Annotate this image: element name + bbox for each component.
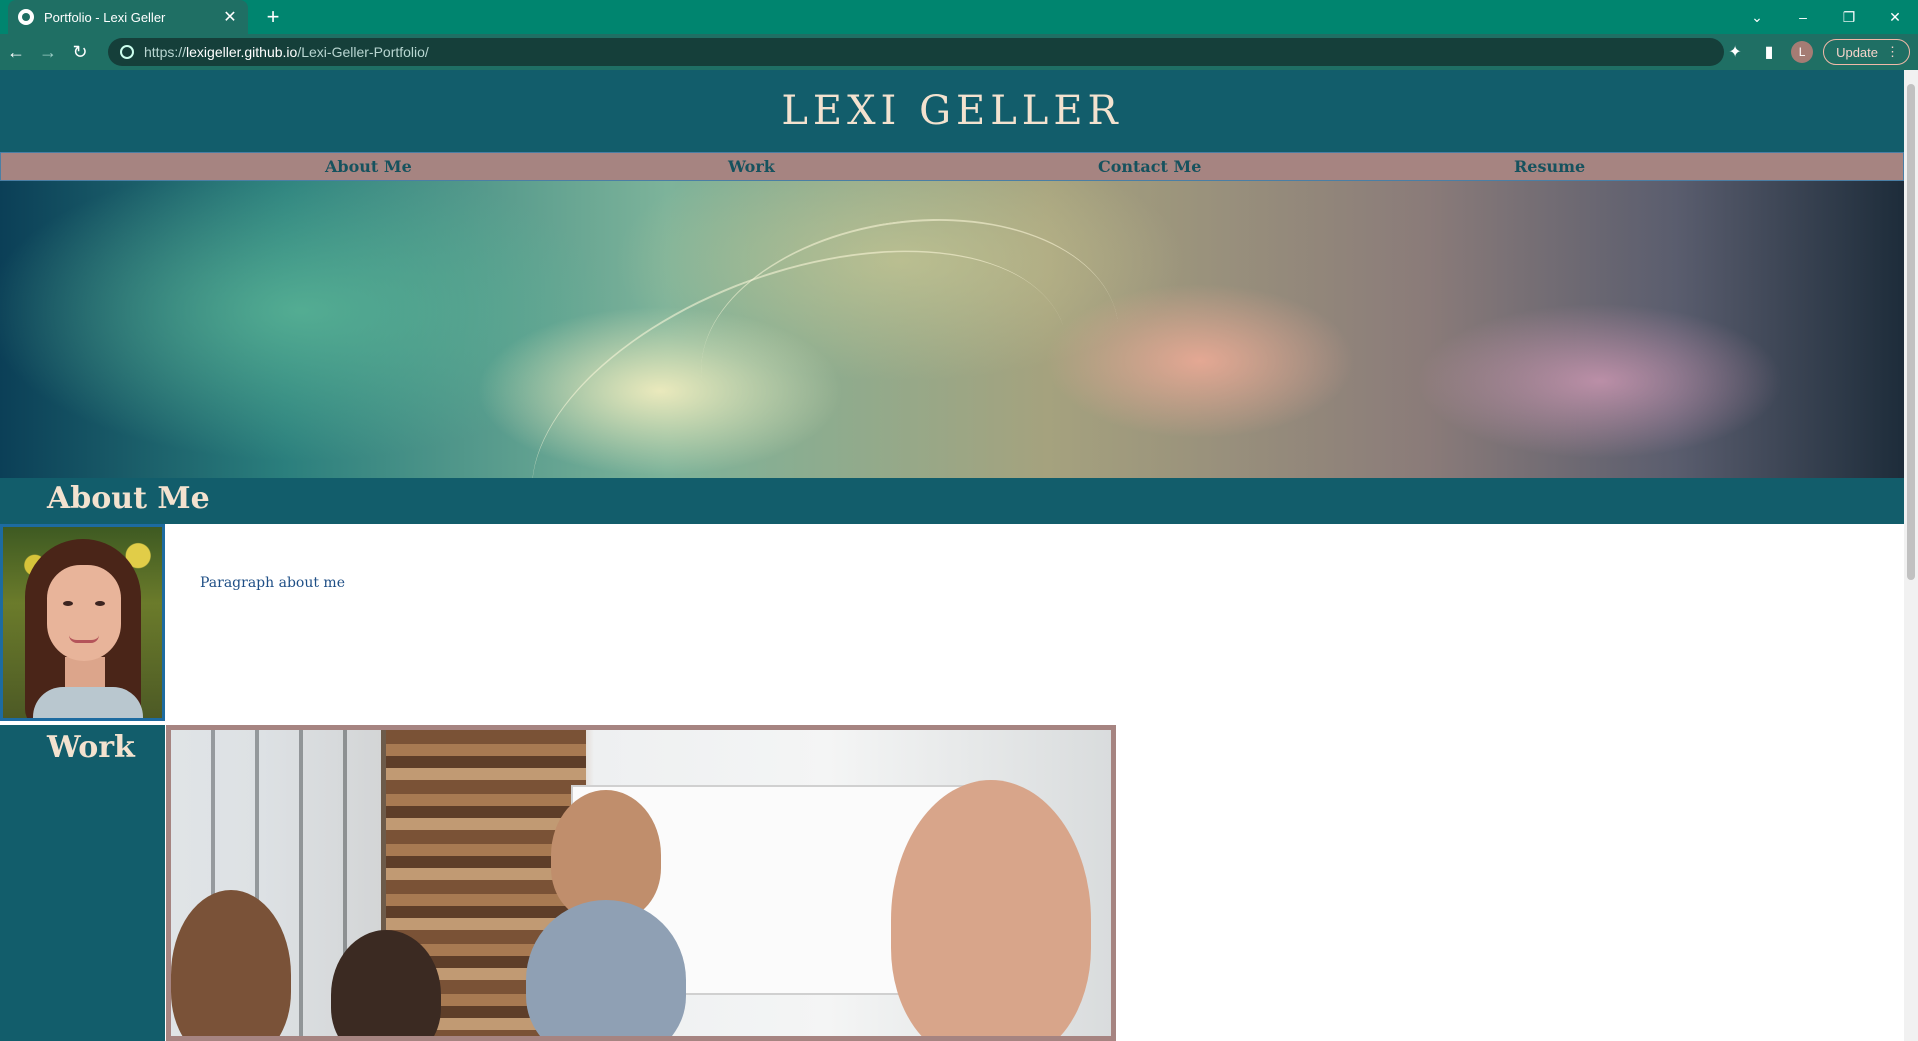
side-panel-icon[interactable]: ▮: [1757, 40, 1781, 64]
tab-close-icon[interactable]: ✕: [222, 7, 238, 27]
nav-link-resume[interactable]: Resume: [1514, 157, 1585, 176]
work-section-header: Work: [0, 725, 165, 1041]
tab-title: Portfolio - Lexi Geller: [44, 9, 166, 25]
url-scheme: https://: [144, 44, 187, 60]
restore-button[interactable]: ❐: [1826, 0, 1872, 34]
photo-person: [891, 780, 1091, 1036]
about-paragraph: Paragraph about me: [200, 575, 345, 591]
browser-toolbar: ← → ↻ https://lexigeller.github.io/Lexi-…: [0, 34, 1918, 70]
about-heading: About Me: [47, 481, 210, 516]
nav-link-contact-me[interactable]: Contact Me: [1098, 157, 1201, 176]
photo-shirt: [33, 687, 143, 718]
tab-search-icon[interactable]: ⌄: [1734, 0, 1780, 34]
update-label: Update: [1836, 44, 1878, 60]
work-heading: Work: [47, 730, 135, 765]
work-team-photo: [166, 725, 1116, 1041]
hero-banner-image: [0, 181, 1904, 658]
url-host: lexigeller.github.io: [186, 44, 298, 60]
about-section-header: About Me: [0, 478, 1904, 524]
nav-link-about-me[interactable]: About Me: [325, 157, 412, 176]
site-info-icon[interactable]: [120, 45, 134, 59]
profile-avatar[interactable]: L: [1791, 41, 1814, 63]
new-tab-button[interactable]: +: [260, 4, 286, 30]
window-controls: ⌄ – ❐ ✕: [1734, 0, 1918, 34]
update-button[interactable]: Update ⋮: [1823, 39, 1910, 65]
photo-eye: [63, 601, 73, 606]
menu-icon: ⋮: [1886, 44, 1899, 59]
site-header: LEXI GELLER: [0, 70, 1904, 152]
page-viewport: LEXI GELLER About Me Work Contact Me Res…: [0, 70, 1904, 1041]
nav-link-work[interactable]: Work: [728, 157, 775, 176]
url-path: /Lexi-Geller-Portfolio/: [297, 44, 429, 60]
photo-mouth: [69, 635, 99, 643]
site-nav: About Me Work Contact Me Resume: [0, 152, 1904, 181]
close-window-button[interactable]: ✕: [1872, 0, 1918, 34]
forward-icon[interactable]: →: [32, 36, 64, 68]
toolbar-actions: ✦ ▮ L Update ⋮: [1723, 38, 1910, 66]
address-bar[interactable]: https://lexigeller.github.io/Lexi-Geller…: [108, 38, 1724, 66]
globe-icon: [18, 9, 34, 25]
browser-tab-active[interactable]: Portfolio - Lexi Geller ✕: [8, 0, 248, 34]
minimize-button[interactable]: –: [1780, 0, 1826, 34]
photo-eye: [95, 601, 105, 606]
back-icon[interactable]: ←: [0, 36, 32, 68]
browser-tabstrip: Portfolio - Lexi Geller ✕ + ⌄ – ❐ ✕: [0, 0, 1918, 34]
photo-face: [47, 565, 121, 661]
site-title: LEXI GELLER: [781, 88, 1123, 134]
profile-photo: [0, 524, 165, 721]
scrollbar-thumb[interactable]: [1907, 84, 1915, 580]
reload-icon[interactable]: ↻: [64, 36, 96, 68]
page-scrollbar[interactable]: [1904, 70, 1918, 1041]
extensions-icon[interactable]: ✦: [1723, 40, 1747, 64]
